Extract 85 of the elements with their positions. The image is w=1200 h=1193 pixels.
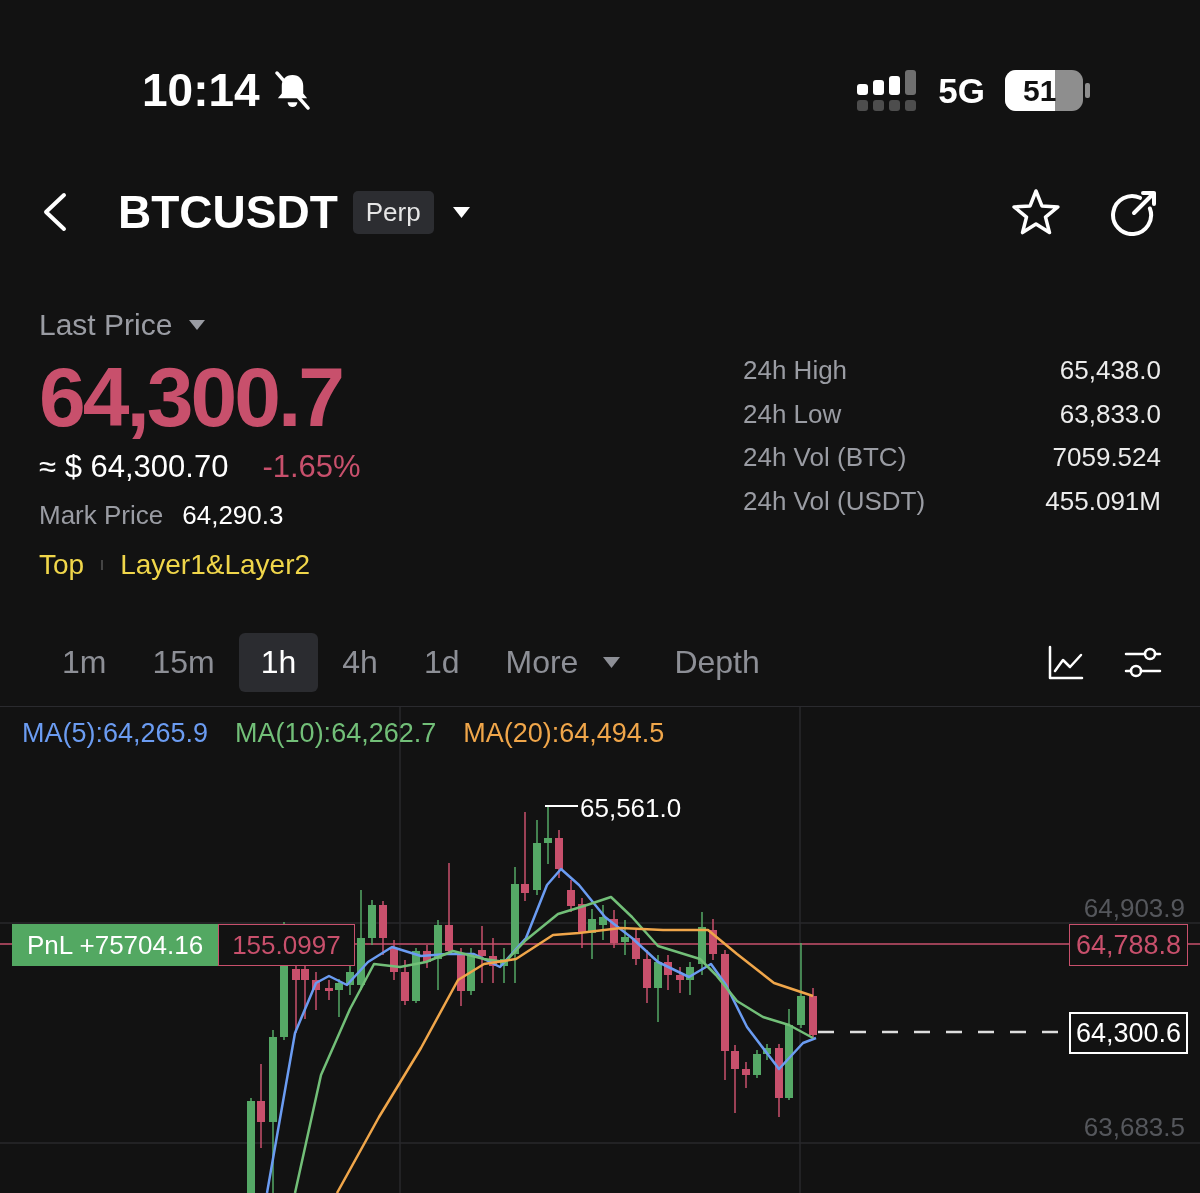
stat-value: 455.091M xyxy=(1045,484,1161,518)
signal-icon xyxy=(857,69,917,111)
bell-slash-icon xyxy=(272,69,312,111)
candlestick xyxy=(742,1061,750,1089)
stat-label: 24h Low xyxy=(743,397,843,431)
leader-line xyxy=(544,805,579,807)
current-price-tag: 64,300.6 xyxy=(1069,1012,1189,1054)
interval-tab[interactable]: Depth xyxy=(652,633,782,692)
price-change: -1.65% xyxy=(262,448,361,486)
candlestick xyxy=(676,966,684,994)
candlestick xyxy=(588,908,596,960)
category-link[interactable]: Top xyxy=(39,547,85,583)
candlestick xyxy=(621,919,629,956)
category-link[interactable]: Layer1&Layer2 xyxy=(120,547,311,583)
clock-time: 10:14 xyxy=(142,67,260,113)
candlestick xyxy=(434,919,442,991)
candlestick xyxy=(610,909,618,949)
candlestick xyxy=(686,961,694,996)
back-icon[interactable] xyxy=(42,192,68,232)
position-price-tag: 64,788.8 xyxy=(1069,924,1189,966)
price-type-dropdown[interactable]: Last Price xyxy=(39,304,206,346)
candlestick xyxy=(632,929,640,966)
interval-tab[interactable]: 15m xyxy=(130,633,237,692)
candlestick xyxy=(335,978,343,1018)
interval-tab[interactable]: 4h xyxy=(320,633,400,692)
position-size-tag: 155.0997 xyxy=(218,924,355,966)
star-icon[interactable] xyxy=(1010,188,1062,236)
candlestick xyxy=(379,900,387,956)
candlestick xyxy=(567,879,575,913)
candlestick xyxy=(643,949,651,1004)
candlestick xyxy=(709,918,717,961)
candlestick xyxy=(578,897,586,949)
candlestick xyxy=(555,829,563,879)
contract-badge: Perp xyxy=(352,190,434,234)
line-chart-icon[interactable] xyxy=(1048,645,1084,680)
moving-average-label: MA(5):64,265.9 xyxy=(22,717,209,749)
candlestick xyxy=(478,925,486,984)
mark-price-value: 64,290.3 xyxy=(182,499,284,532)
moving-average-label: MA(20):64,494.5 xyxy=(463,717,665,749)
settings-sliders-icon[interactable] xyxy=(1124,645,1162,680)
caret-icon xyxy=(603,657,621,668)
stat-label: 24h High xyxy=(743,354,849,387)
candlestick xyxy=(390,939,398,981)
interval-tab[interactable]: 1m xyxy=(40,633,129,692)
candlestick xyxy=(698,911,706,976)
candlestick xyxy=(467,947,475,996)
last-price: 64,300.7 xyxy=(39,354,342,440)
interval-tab[interactable]: More xyxy=(483,633,643,692)
stat-value: 63,833.0 xyxy=(1058,397,1161,431)
candlestick xyxy=(500,947,508,984)
caret-icon[interactable] xyxy=(452,206,470,218)
candlestick xyxy=(544,805,552,865)
candlestick xyxy=(368,899,376,946)
candlestick xyxy=(731,1044,739,1114)
candlestick xyxy=(654,954,662,1023)
pnl-tag: PnL +75704.16 xyxy=(12,924,219,966)
interval-tab[interactable]: 1d xyxy=(401,633,482,692)
candlestick xyxy=(457,947,465,1007)
candlestick xyxy=(599,904,607,941)
network-type: 5G xyxy=(938,72,985,108)
stat-value: 7059.524 xyxy=(1051,441,1161,474)
moving-average-label: MA(10):64,262.7 xyxy=(235,717,437,749)
battery-icon xyxy=(1005,69,1090,111)
candlestick xyxy=(312,971,320,1011)
symbol-title[interactable]: BTCUSDT xyxy=(118,189,338,235)
high-price-label: 65,561.0 xyxy=(580,792,682,824)
share-icon[interactable] xyxy=(1110,188,1158,236)
candlestick xyxy=(664,954,672,991)
candlestick xyxy=(809,987,817,1039)
stat-value: 65,438.0 xyxy=(1058,354,1161,387)
axis-label: 63,683.5 xyxy=(1083,1111,1185,1143)
candlestick xyxy=(423,944,431,969)
candlestick xyxy=(412,947,420,1004)
candlestick xyxy=(325,979,333,1001)
caret-icon xyxy=(189,320,206,330)
fiat-price: ≈ $ 64,300.70 xyxy=(39,448,229,486)
stat-label: 24h Vol (BTC) xyxy=(743,441,908,474)
candlestick xyxy=(753,1049,761,1079)
axis-label: 64,903.9 xyxy=(1083,892,1185,924)
interval-tab[interactable]: 1h xyxy=(238,633,319,692)
battery-level: 51 xyxy=(1023,72,1057,109)
candlestick xyxy=(763,1043,771,1061)
stat-label: 24h Vol (USDT) xyxy=(743,484,926,518)
candlestick xyxy=(401,959,409,1006)
mark-price-label: Mark Price xyxy=(39,499,164,532)
